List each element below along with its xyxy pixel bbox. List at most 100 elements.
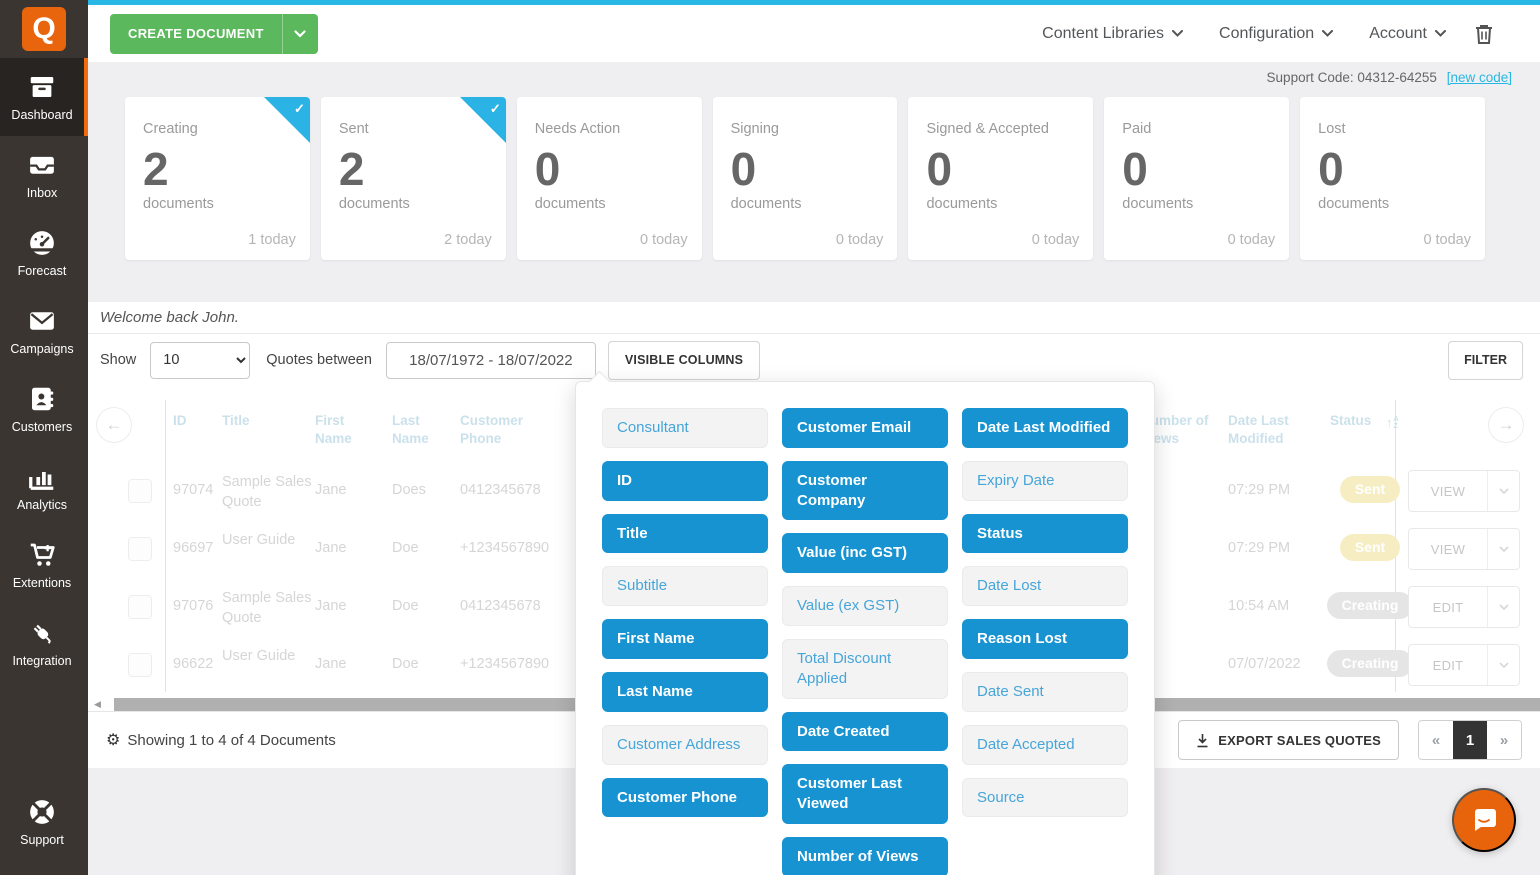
column-toggle-total-discount-applied[interactable]: Total Discount Applied [782, 639, 948, 699]
column-toggle-date-created[interactable]: Date Created [782, 712, 948, 752]
column-toggle-source[interactable]: Source [962, 778, 1128, 818]
trash-icon[interactable] [1474, 23, 1494, 45]
column-toggle-date-sent[interactable]: Date Sent [962, 672, 1128, 712]
sidebar-item-extentions[interactable]: Extentions [0, 526, 88, 604]
topbar: CREATE DOCUMENT Content Libraries Config… [88, 0, 1540, 62]
gear-icon[interactable]: ⚙ [106, 730, 120, 750]
column-toggle-number-of-views[interactable]: Number of Views [782, 837, 948, 875]
column-toggle-customer-company[interactable]: Customer Company [782, 461, 948, 521]
row-checkbox[interactable] [128, 595, 152, 619]
cell-id: 96622 [173, 655, 213, 675]
stat-card-paid[interactable]: Paid 0 documents 0 today [1104, 97, 1289, 260]
new-code-link[interactable]: [new code] [1447, 70, 1512, 85]
column-toggle-customer-phone[interactable]: Customer Phone [602, 778, 768, 818]
column-header-last-name[interactable]: Last Name [392, 412, 442, 448]
export-sales-quotes-button[interactable]: EXPORT SALES QUOTES [1178, 720, 1399, 760]
stat-card-sent[interactable]: ✓ Sent 2 documents 2 today [321, 97, 506, 260]
column-toggle-date-lost[interactable]: Date Lost [962, 566, 1128, 606]
chevron-down-icon[interactable] [1487, 587, 1519, 627]
sidebar-item-campaigns[interactable]: Campaigns [0, 292, 88, 370]
stat-card-creating[interactable]: ✓ Creating 2 documents 1 today [125, 97, 310, 260]
stat-card-signed-accepted[interactable]: Signed & Accepted 0 documents 0 today [908, 97, 1093, 260]
inbox-icon [27, 150, 57, 180]
stat-today: 0 today [1423, 232, 1471, 248]
logo-q-icon: Q [22, 7, 66, 51]
row-action-button[interactable]: EDIT [1408, 586, 1520, 628]
bar-chart-icon [27, 462, 57, 492]
chevron-down-icon[interactable] [1487, 529, 1519, 569]
column-header-title[interactable]: Title [222, 412, 250, 430]
column-header-customer-phone[interactable]: Customer Phone [460, 412, 552, 448]
chat-launcher-button[interactable] [1452, 788, 1516, 852]
column-header-date-last-modified[interactable]: Date Last Modified [1228, 412, 1326, 448]
column-header-id[interactable]: ID [173, 412, 187, 430]
stat-count: 0 [535, 143, 686, 196]
create-document-button[interactable]: CREATE DOCUMENT [110, 14, 318, 54]
row-checkbox[interactable] [128, 537, 152, 561]
row-action-button[interactable]: EDIT [1408, 644, 1520, 686]
pagination-current-page[interactable]: 1 [1453, 721, 1487, 759]
nav-account[interactable]: Account [1369, 25, 1446, 43]
row-action-button[interactable]: VIEW [1408, 470, 1520, 512]
row-action-button[interactable]: VIEW [1408, 528, 1520, 570]
stat-label: Signing [731, 121, 882, 137]
column-header-first-name[interactable]: First Name [315, 412, 371, 448]
scroll-columns-left-button[interactable]: ← [96, 407, 132, 443]
column-toggle-customer-last-viewed[interactable]: Customer Last Viewed [782, 764, 948, 824]
sidebar-item-customers[interactable]: Customers [0, 370, 88, 448]
sidebar-item-integration[interactable]: Integration [0, 604, 88, 682]
sidebar-item-forecast[interactable]: Forecast [0, 214, 88, 292]
pagination-prev-button[interactable]: « [1419, 721, 1453, 759]
sort-az-icon[interactable]: ↑AZ [1386, 415, 1399, 430]
column-toggle-last-name[interactable]: Last Name [602, 672, 768, 712]
stat-card-signing[interactable]: Signing 0 documents 0 today [713, 97, 898, 260]
column-header-status[interactable]: Status [1330, 412, 1371, 430]
scroll-columns-right-button[interactable]: → [1488, 407, 1524, 443]
stat-label: Signed & Accepted [926, 121, 1077, 137]
stat-unit: documents [1318, 196, 1469, 212]
column-toggle-first-name[interactable]: First Name [602, 619, 768, 659]
sidebar-item-support[interactable]: Support [0, 783, 88, 861]
stat-unit: documents [339, 196, 490, 212]
page-size-select[interactable]: 10 [150, 342, 250, 379]
cell-last-name: Doe [392, 597, 419, 617]
sidebar-item-label: Dashboard [11, 108, 72, 122]
sidebar-item-dashboard[interactable]: Dashboard [0, 58, 88, 136]
stat-count: 0 [926, 143, 1077, 196]
nav-configuration[interactable]: Configuration [1219, 25, 1333, 43]
row-checkbox[interactable] [128, 653, 152, 677]
date-range-input[interactable] [386, 342, 596, 379]
footer-actions: EXPORT SALES QUOTES « 1 » [1178, 720, 1522, 760]
column-toggle-customer-email[interactable]: Customer Email [782, 408, 948, 448]
column-toggle-status[interactable]: Status [962, 514, 1128, 554]
download-icon [1196, 733, 1209, 748]
chevron-down-icon[interactable] [1487, 645, 1519, 685]
stat-today: 2 today [444, 232, 492, 248]
stat-card-lost[interactable]: Lost 0 documents 0 today [1300, 97, 1485, 260]
stat-unit: documents [535, 196, 686, 212]
pagination-next-button[interactable]: » [1487, 721, 1521, 759]
column-toggle-consultant[interactable]: Consultant [602, 408, 768, 448]
nav-content-libraries[interactable]: Content Libraries [1042, 25, 1183, 43]
sidebar-item-inbox[interactable]: Inbox [0, 136, 88, 214]
column-toggle-expiry-date[interactable]: Expiry Date [962, 461, 1128, 501]
row-checkbox[interactable] [128, 479, 152, 503]
sidebar-item-analytics[interactable]: Analytics [0, 448, 88, 526]
app-logo[interactable]: Q [0, 0, 88, 58]
column-toggle-date-last-modified[interactable]: Date Last Modified [962, 408, 1128, 448]
filter-button[interactable]: FILTER [1448, 341, 1523, 380]
column-toggle-value-ex-gst[interactable]: Value (ex GST) [782, 586, 948, 626]
chevron-down-icon[interactable] [282, 14, 318, 54]
column-toggle-customer-address[interactable]: Customer Address [602, 725, 768, 765]
column-toggle-subtitle[interactable]: Subtitle [602, 566, 768, 606]
visible-columns-button[interactable]: VISIBLE COLUMNS [608, 341, 760, 380]
stat-card-needs-action[interactable]: Needs Action 0 documents 0 today [517, 97, 702, 260]
scrollbar-left-arrow-icon[interactable]: ◀ [94, 699, 101, 710]
column-toggle-id[interactable]: ID [602, 461, 768, 501]
column-toggle-date-accepted[interactable]: Date Accepted [962, 725, 1128, 765]
address-book-icon [27, 384, 57, 414]
chevron-down-icon[interactable] [1487, 471, 1519, 511]
column-toggle-reason-lost[interactable]: Reason Lost [962, 619, 1128, 659]
column-toggle-title[interactable]: Title [602, 514, 768, 554]
column-toggle-value-inc-gst[interactable]: Value (inc GST) [782, 533, 948, 573]
